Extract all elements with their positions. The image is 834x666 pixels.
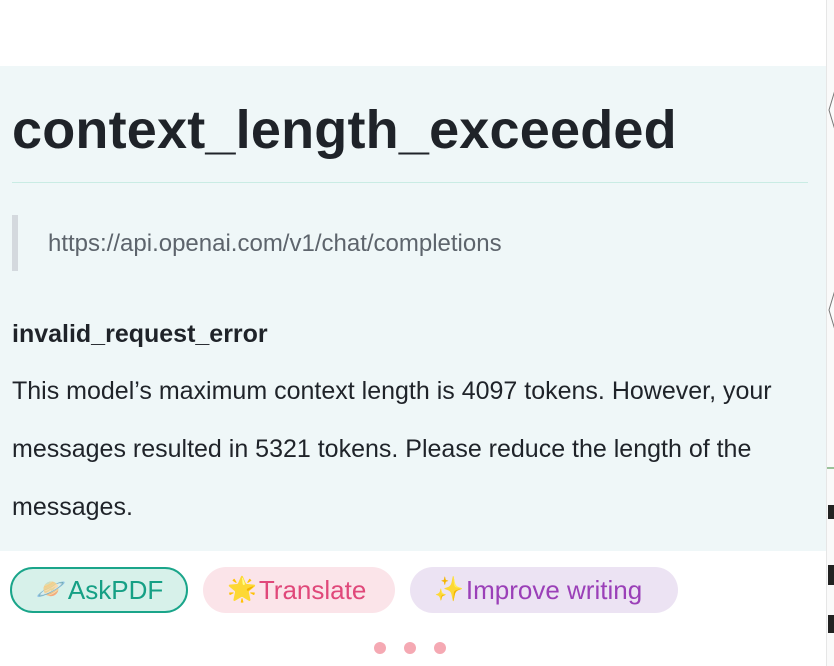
translate-label: Translate bbox=[258, 575, 367, 605]
askpdf-button[interactable]: 🪐 AskPDF bbox=[10, 567, 188, 613]
endpoint-url: https://api.openai.com/v1/chat/completio… bbox=[48, 230, 502, 257]
askpdf-label: AskPDF bbox=[67, 575, 164, 605]
typing-dot bbox=[434, 642, 446, 654]
endpoint-blockquote: https://api.openai.com/v1/chat/completio… bbox=[12, 215, 798, 271]
improve-writing-button[interactable]: ✨ Improve writing bbox=[410, 567, 678, 613]
improve-writing-label: Improve writing bbox=[465, 575, 643, 605]
background-diagram-fragment bbox=[827, 91, 834, 633]
title-divider bbox=[12, 182, 808, 183]
background-page-edge bbox=[826, 0, 834, 666]
typing-dot bbox=[404, 642, 416, 654]
error-message: This model’s maximum context length is 4… bbox=[12, 377, 772, 521]
translate-button[interactable]: 🌟 Translate bbox=[203, 567, 395, 613]
ringed-planet-icon: 🪐 bbox=[36, 576, 66, 603]
typing-dot bbox=[374, 642, 386, 654]
error-type: invalid_request_error bbox=[12, 320, 268, 348]
glowing-star-icon: 🌟 bbox=[227, 576, 257, 603]
sparkles-icon: ✨ bbox=[434, 576, 464, 603]
error-title: context_length_exceeded bbox=[12, 100, 677, 160]
